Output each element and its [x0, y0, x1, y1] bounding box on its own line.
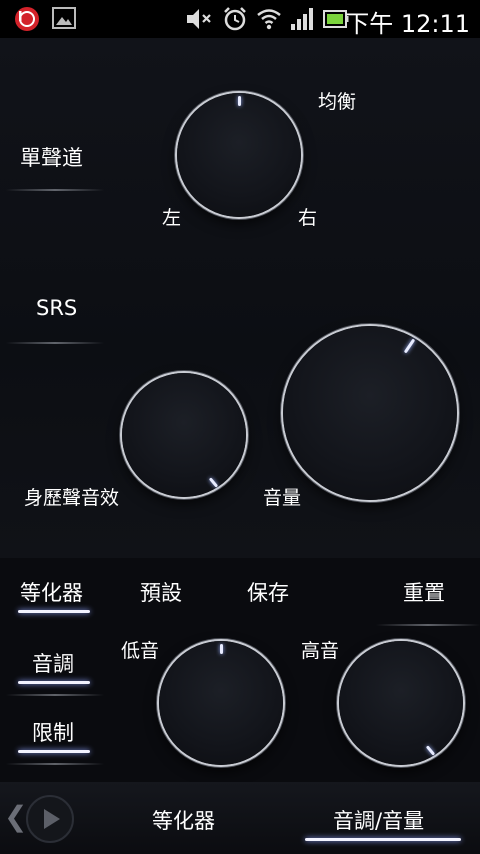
mute-icon: [185, 6, 213, 32]
balance-left-label: 左: [162, 207, 182, 229]
surround-knob-indicator: [208, 477, 219, 488]
balance-knob[interactable]: [177, 93, 301, 217]
reset-divider: [376, 624, 480, 626]
bass-knob[interactable]: [159, 641, 283, 765]
volume-knob[interactable]: [283, 326, 457, 500]
image-icon: [52, 6, 76, 32]
treble-knob-indicator: [425, 745, 436, 756]
menu-presets[interactable]: 預設: [140, 577, 182, 607]
menu-limit-underline: [18, 750, 90, 753]
srs-toggle[interactable]: SRS: [36, 296, 77, 320]
tone-divider: [6, 694, 104, 696]
bass-label: 低音: [121, 640, 160, 662]
volume-knob-indicator: [403, 338, 416, 354]
wifi-icon: [256, 6, 282, 32]
treble-label: 高音: [301, 640, 340, 662]
menu-limit[interactable]: 限制: [32, 717, 74, 747]
beats-icon: [14, 6, 40, 32]
signal-icon: [289, 6, 315, 32]
alarm-icon: [222, 6, 248, 32]
tab-tone-volume[interactable]: 音調/音量: [333, 805, 424, 835]
tab-tone-volume-underline: [305, 838, 461, 841]
tab-equalizer[interactable]: 等化器: [152, 805, 215, 835]
play-icon: [44, 809, 60, 829]
menu-tone-underline: [18, 681, 90, 684]
surround-label: 身歷聲音效: [24, 487, 120, 509]
menu-save[interactable]: 保存: [247, 577, 289, 607]
volume-label: 音量: [263, 487, 302, 509]
play-button[interactable]: [26, 795, 74, 843]
limit-divider: [6, 763, 104, 765]
menu-equalizer[interactable]: 等化器: [20, 577, 83, 607]
surround-knob[interactable]: [122, 373, 246, 497]
mono-toggle[interactable]: 單聲道: [20, 142, 83, 172]
menu-equalizer-underline: [18, 610, 90, 613]
treble-knob[interactable]: [339, 641, 463, 765]
balance-knob-indicator: [238, 96, 241, 106]
balance-right-label: 右: [298, 207, 318, 229]
menu-tone[interactable]: 音調: [32, 648, 74, 678]
status-time: 下午 12:11: [345, 10, 470, 38]
srs-divider: [6, 342, 104, 344]
balance-title: 均衡: [318, 91, 357, 113]
bass-knob-indicator: [220, 644, 223, 654]
status-bar: 下午 12:11: [0, 0, 480, 38]
mono-divider: [6, 189, 104, 191]
menu-reset[interactable]: 重置: [403, 577, 445, 607]
chevron-left-icon[interactable]: ❮: [4, 800, 27, 833]
